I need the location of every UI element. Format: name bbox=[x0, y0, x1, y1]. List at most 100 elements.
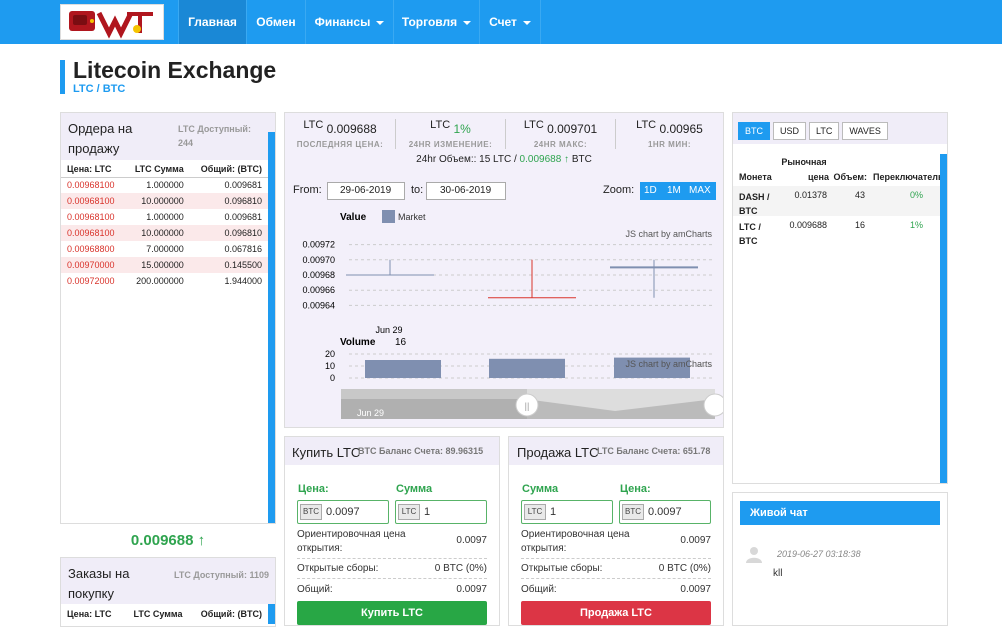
price-chart-title: Value bbox=[340, 212, 367, 223]
buy-fee-label: Открытые сборы: bbox=[297, 563, 379, 574]
order-price: 0.00968800 bbox=[67, 244, 115, 254]
stat-last-price: LTC 0.009688 ПОСЛЕДНЯЯ ЦЕНА: bbox=[285, 119, 395, 149]
nav-account-label: Счет bbox=[489, 15, 517, 29]
divider bbox=[297, 578, 487, 579]
sell-price-value: 0.0097 bbox=[648, 506, 682, 518]
buy-orders-available: LTC Доступный: 1109 bbox=[174, 570, 269, 580]
buy-price-value: 0.0097 bbox=[326, 506, 360, 518]
y-tick-label: 0.00970 bbox=[302, 255, 335, 265]
chart-panel: LTC 0.009688 ПОСЛЕДНЯЯ ЦЕНА: LTC 1% 24HR… bbox=[284, 112, 724, 428]
sell-button[interactable]: Продажа LTC bbox=[521, 601, 711, 625]
buy-amount-prefix: LTC bbox=[398, 504, 420, 520]
market-col-volume: Объем: bbox=[833, 172, 867, 182]
stat-currency: LTC bbox=[303, 119, 324, 131]
sell-price-label: Цена: bbox=[620, 483, 651, 495]
divider bbox=[521, 558, 711, 559]
market-row-coin: DASH / bbox=[739, 192, 770, 202]
chevron-down-icon bbox=[522, 20, 531, 25]
from-date-input[interactable]: 29-06-2019 bbox=[327, 182, 405, 200]
stat-change-value: 1% bbox=[453, 122, 471, 136]
order-price: 0.00968100 bbox=[67, 212, 115, 222]
market-row[interactable]: LTC / BTC 0.009688 16 1% bbox=[733, 216, 940, 246]
table-row[interactable]: 0.00968100 1.000000 0.009681 bbox=[61, 177, 268, 193]
buy-orders-scrollbar[interactable] bbox=[268, 604, 275, 624]
table-row[interactable]: 0.00972000 200.000000 1.944000 bbox=[61, 273, 268, 289]
buy-orders-table: Цена: LTC LTC Сумма Общий: (BTC) bbox=[61, 606, 268, 622]
sell-orders-scrollbar[interactable] bbox=[268, 132, 275, 523]
buy-amount-value: 1 bbox=[424, 506, 431, 518]
order-total: 0.009681 bbox=[224, 180, 262, 191]
order-total: 0.096810 bbox=[224, 228, 262, 238]
chart-credit: JS chart by amCharts bbox=[625, 359, 712, 369]
stat-low: LTC 0.00965 1HR МИН: bbox=[615, 119, 723, 149]
buy-price-field[interactable]: BTC 0.0097 bbox=[297, 500, 389, 524]
order-amount: 7.000000 bbox=[146, 244, 184, 254]
table-row[interactable]: 0.00968800 7.000000 0.067816 bbox=[61, 241, 268, 257]
scroll-grip-right[interactable] bbox=[703, 393, 723, 417]
nav-exchange[interactable]: Обмен bbox=[246, 0, 305, 44]
sell-amount-field[interactable]: LTC 1 bbox=[521, 500, 613, 524]
table-header-row: Цена: LTC LTC Сумма Общий: (BTC) bbox=[61, 161, 268, 177]
nav-home[interactable]: Главная bbox=[178, 0, 246, 44]
buy-amount-field[interactable]: LTC 1 bbox=[395, 500, 487, 524]
buy-form-panel: Купить LTC BTC Баланс Счета: 89.96315 Це… bbox=[284, 436, 500, 626]
volume-bar bbox=[489, 358, 565, 378]
market-row[interactable]: DASH / BTC 0.01378 43 0% bbox=[733, 186, 940, 216]
buy-est-value: 0.0097 bbox=[456, 535, 487, 546]
tab-usd[interactable]: USD bbox=[773, 122, 807, 140]
zoom-1m-button[interactable]: 1M bbox=[667, 185, 681, 196]
nav-home-label: Главная bbox=[188, 15, 237, 29]
table-row[interactable]: 0.00968100 10.000000 0.096810 bbox=[61, 225, 268, 241]
order-price: 0.00972000 bbox=[67, 276, 115, 286]
tab-btc[interactable]: BTC bbox=[738, 122, 770, 140]
buy-price-label: Цена: bbox=[298, 483, 329, 495]
stat-volume-suffix: BTC bbox=[569, 154, 592, 165]
market-scrollbar[interactable] bbox=[940, 154, 947, 483]
sell-total-label: Общий: bbox=[521, 584, 557, 595]
sell-fee-value: 0 BTC (0%) bbox=[658, 563, 711, 574]
site-logo[interactable] bbox=[60, 4, 164, 40]
stat-high-label: 24HR МАКС: bbox=[533, 140, 588, 149]
stat-high: LTC 0.009701 24HR МАКС: bbox=[505, 119, 615, 149]
candlestick-chart: Value Market JS chart by amCharts 0.00972 0.… bbox=[302, 210, 723, 419]
stat-change: LTC 1% 24HR ИЗМЕНЕНИЕ: bbox=[395, 119, 505, 149]
col-price-header: Цена: LTC bbox=[67, 609, 112, 619]
stat-high-value: 0.009701 bbox=[547, 122, 598, 136]
market-row-price: 0.01378 bbox=[794, 190, 827, 200]
y-tick-label: 0.00968 bbox=[302, 270, 335, 280]
zoom-1d-button[interactable]: 1D bbox=[644, 185, 657, 196]
table-row[interactable]: 0.00968100 1.000000 0.009681 bbox=[61, 209, 268, 225]
volume-value: 16 bbox=[395, 337, 407, 348]
stat-volume-prefix: 24hr Объем:: 15 LTC / bbox=[416, 154, 520, 165]
market-row-coin-quote: BTC bbox=[739, 236, 758, 246]
table-row[interactable]: 0.00970000 15.000000 0.145500 bbox=[61, 257, 268, 273]
tab-waves[interactable]: WAVES bbox=[842, 122, 888, 140]
stat-low-label: 1HR МИН: bbox=[647, 140, 692, 149]
chevron-down-icon bbox=[376, 20, 385, 25]
nav-account[interactable]: Счет bbox=[479, 0, 541, 44]
tab-ltc[interactable]: LTC bbox=[809, 122, 840, 140]
chart-credit: JS chart by amCharts bbox=[625, 229, 712, 239]
market-col-coin: Монета bbox=[739, 172, 772, 182]
col-total-header: Общий: (BTC) bbox=[200, 163, 262, 174]
legend-swatch bbox=[382, 210, 395, 223]
to-date-input[interactable]: 30-06-2019 bbox=[426, 182, 506, 200]
from-label: From: bbox=[293, 184, 322, 196]
sell-price-field[interactable]: BTC 0.0097 bbox=[619, 500, 711, 524]
sell-est-value: 0.0097 bbox=[680, 535, 711, 546]
order-price: 0.00968100 bbox=[67, 180, 115, 191]
market-col-price2: цена bbox=[808, 172, 829, 182]
y-tick-label: 0.00972 bbox=[302, 240, 335, 250]
zoom-max-button[interactable]: MAX bbox=[689, 185, 711, 196]
page-subtitle: LTC / BTC bbox=[73, 83, 126, 95]
nav-finance[interactable]: Финансы bbox=[305, 0, 393, 44]
market-row-volume: 16 bbox=[854, 220, 865, 230]
buy-button[interactable]: Купить LTC bbox=[297, 601, 487, 625]
buy-form-balance: BTC Баланс Счета: 89.96315 bbox=[358, 446, 484, 456]
sell-amount-prefix: LTC bbox=[524, 504, 546, 520]
sell-price-prefix: BTC bbox=[622, 504, 644, 520]
col-total-header: Общий: (BTC) bbox=[200, 609, 262, 619]
nav-trading[interactable]: Торговля bbox=[393, 0, 479, 44]
order-amount: 15.000000 bbox=[141, 260, 184, 270]
table-row[interactable]: 0.00968100 10.000000 0.096810 bbox=[61, 193, 268, 209]
